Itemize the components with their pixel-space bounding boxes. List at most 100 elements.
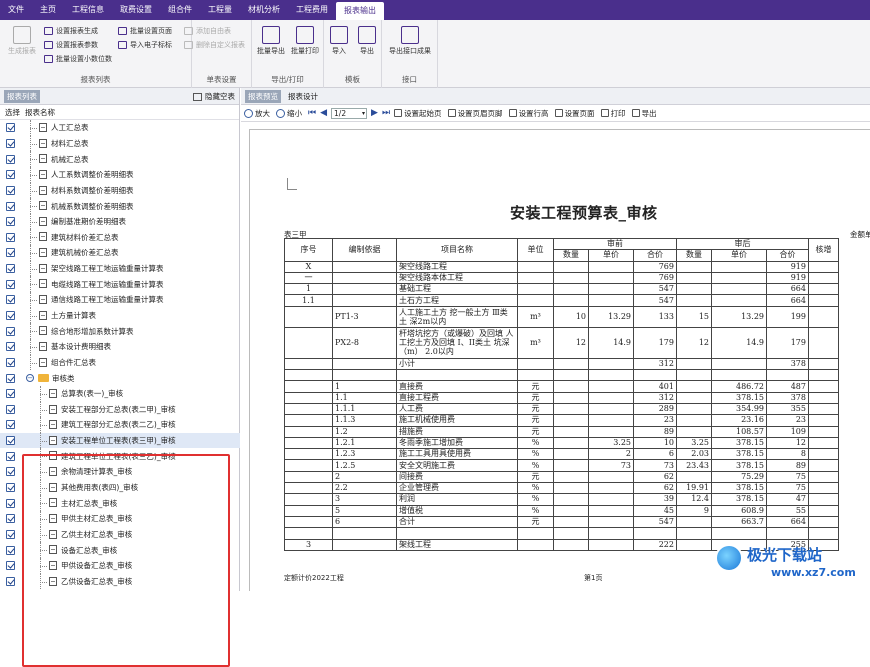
checkbox[interactable]	[6, 326, 15, 336]
tree-report-row[interactable]: 安装工程单位工程表(表三甲)_审核	[0, 432, 240, 449]
tree-report-row[interactable]: 组合件汇总表	[0, 354, 240, 371]
checkbox[interactable]	[6, 232, 15, 242]
menu-item[interactable]: 工程信息	[64, 0, 112, 20]
tree-report-row[interactable]: 建筑工程部分汇总表(表二乙)_审核	[0, 417, 240, 433]
tree-report-row[interactable]: 人工汇总表	[0, 120, 240, 136]
tree-report-row[interactable]: 乙供主材汇总表_审核	[0, 526, 240, 543]
tree-report-row[interactable]: 设备汇总表_审核	[0, 542, 240, 558]
batch-page-setup-button[interactable]: 批量设置页面	[118, 26, 172, 36]
batch-print-button[interactable]: 批量打印	[288, 26, 322, 56]
checkbox[interactable]	[6, 185, 15, 195]
prev-page-icon[interactable]: ◀	[320, 108, 327, 118]
checkbox[interactable]	[6, 357, 15, 367]
checkbox[interactable]	[6, 483, 15, 493]
template-export-button[interactable]: 导出	[354, 26, 380, 56]
checkbox[interactable]	[6, 373, 15, 383]
tree-report-row[interactable]: 余物清理计算表_审核	[0, 464, 240, 480]
checkbox[interactable]	[6, 451, 15, 461]
zoom-in-button[interactable]: 放大	[244, 108, 270, 119]
checkbox[interactable]	[6, 404, 15, 414]
tree-report-row[interactable]: 电缆线路工程工地运输重量计算表	[0, 276, 240, 293]
checkbox[interactable]	[6, 529, 15, 539]
start-page-button[interactable]: 设置起始页	[394, 108, 442, 119]
import-e-bid-button[interactable]: 导入电子标标	[118, 40, 172, 50]
menu-item[interactable]: 报表输出	[336, 2, 384, 20]
tree-report-row[interactable]: 土方量计算表	[0, 307, 240, 324]
tab-report-list[interactable]: 报表列表	[4, 89, 40, 103]
header-footer-button[interactable]: 设置页眉页脚	[447, 108, 503, 119]
page-setup-button[interactable]: 设置页面	[554, 108, 595, 119]
tree-report-row[interactable]: 机械系数调整价差明细表	[0, 198, 240, 214]
tree-report-row[interactable]: 总算表(表一)_审核	[0, 385, 240, 402]
menu-item[interactable]: 组合件	[160, 0, 200, 20]
tab-report-preview[interactable]: 报表预览	[245, 89, 281, 103]
tree-report-row[interactable]: 综合地形增加系数计算表	[0, 323, 240, 339]
batch-decimal-button[interactable]: 批量设置小数位数	[44, 54, 112, 64]
tree-report-row[interactable]: 材料系数调整价差明细表	[0, 182, 240, 199]
tree-report-row[interactable]: 基本设计费明细表	[0, 338, 240, 355]
tree-report-row[interactable]: 建筑机械价差汇总表	[0, 245, 240, 261]
next-page-icon[interactable]: ▶	[371, 108, 378, 118]
tab-report-design[interactable]: 报表设计	[285, 90, 321, 103]
add-free-sheet-button[interactable]: 添加自由表	[184, 26, 231, 36]
export-button[interactable]: 导出	[631, 108, 657, 119]
last-page-icon[interactable]: ⏭	[382, 108, 390, 118]
generate-report-button[interactable]: 生成报表	[4, 26, 40, 56]
checkbox[interactable]	[6, 123, 15, 133]
checkbox[interactable]	[6, 514, 15, 524]
tree-report-row[interactable]: 材料汇总表	[0, 135, 240, 152]
tree-report-row[interactable]: 人工系数调整价差明细表	[0, 166, 240, 183]
checkbox[interactable]	[6, 201, 15, 211]
checkbox[interactable]	[6, 467, 15, 477]
menu-item[interactable]: 材机分析	[240, 0, 288, 20]
tree-report-row[interactable]: 建筑工程单位工程表(表三乙)_审核	[0, 448, 240, 465]
checkbox[interactable]	[6, 217, 15, 227]
hide-empty-toggle[interactable]: 隐藏空表	[193, 91, 235, 102]
tree-report-row[interactable]: 其他费用表(表四)_审核	[0, 479, 240, 496]
checkbox[interactable]	[6, 295, 15, 305]
zoom-out-button[interactable]: 缩小	[276, 108, 302, 119]
menu-item[interactable]: 工程量	[200, 0, 240, 20]
checkbox[interactable]	[6, 170, 15, 180]
print-button[interactable]: 打印	[600, 108, 626, 119]
menu-item[interactable]: 取费设置	[112, 0, 160, 20]
collapse-icon[interactable]: −	[26, 374, 34, 383]
checkbox[interactable]	[6, 545, 15, 555]
template-import-button[interactable]: 导入	[326, 26, 352, 56]
checkbox[interactable]	[6, 248, 15, 258]
tree-report-row[interactable]: 乙供设备汇总表_审核	[0, 573, 240, 590]
report-generation-settings-button[interactable]: 设置报表生成	[44, 26, 98, 36]
checkbox[interactable]	[6, 264, 15, 274]
checkbox[interactable]	[6, 436, 15, 446]
menu-item[interactable]: 主页	[32, 0, 64, 20]
batch-export-button[interactable]: 批量导出	[254, 26, 288, 56]
tree-folder-row[interactable]: − 审核类	[0, 370, 240, 386]
tree-report-row[interactable]: 主材汇总表_审核	[0, 495, 240, 512]
checkbox[interactable]	[6, 576, 15, 586]
checkbox[interactable]	[6, 561, 15, 571]
page-selector[interactable]: 1/2	[331, 107, 368, 119]
tree-report-row[interactable]: 甲供设备汇总表_审核	[0, 557, 240, 574]
checkbox[interactable]	[6, 389, 15, 399]
tree-report-row[interactable]: 建筑材料价差汇总表	[0, 229, 240, 246]
tree-report-row[interactable]: 机械汇总表	[0, 151, 240, 167]
checkbox[interactable]	[6, 342, 15, 352]
tree-report-row[interactable]: 安装工程部分汇总表(表二甲)_审核	[0, 401, 240, 418]
tree-report-row[interactable]: 甲供主材汇总表_审核	[0, 511, 240, 527]
tree-report-row[interactable]: 编制基准期价差明细表	[0, 213, 240, 230]
checkbox[interactable]	[6, 138, 15, 148]
row-height-button[interactable]: 设置行高	[508, 108, 549, 119]
menu-item[interactable]: 工程费用	[288, 0, 336, 20]
checkbox[interactable]	[6, 498, 15, 508]
first-page-icon[interactable]: ⏮	[308, 108, 316, 118]
checkbox[interactable]	[6, 154, 15, 164]
checkbox[interactable]	[6, 420, 15, 430]
menu-item[interactable]: 文件	[0, 0, 32, 20]
tree-report-row[interactable]: 通信线路工程工地运输重量计算表	[0, 292, 240, 308]
tree-report-row[interactable]: 架空线路工程工地运输重量计算表	[0, 260, 240, 277]
delete-custom-report-button[interactable]: 删除自定义报表	[184, 40, 245, 50]
checkbox[interactable]	[6, 311, 15, 320]
export-interface-button[interactable]: 导出接口成果	[384, 26, 436, 56]
checkbox[interactable]	[6, 279, 15, 289]
report-params-button[interactable]: 设置报表参数	[44, 40, 98, 50]
